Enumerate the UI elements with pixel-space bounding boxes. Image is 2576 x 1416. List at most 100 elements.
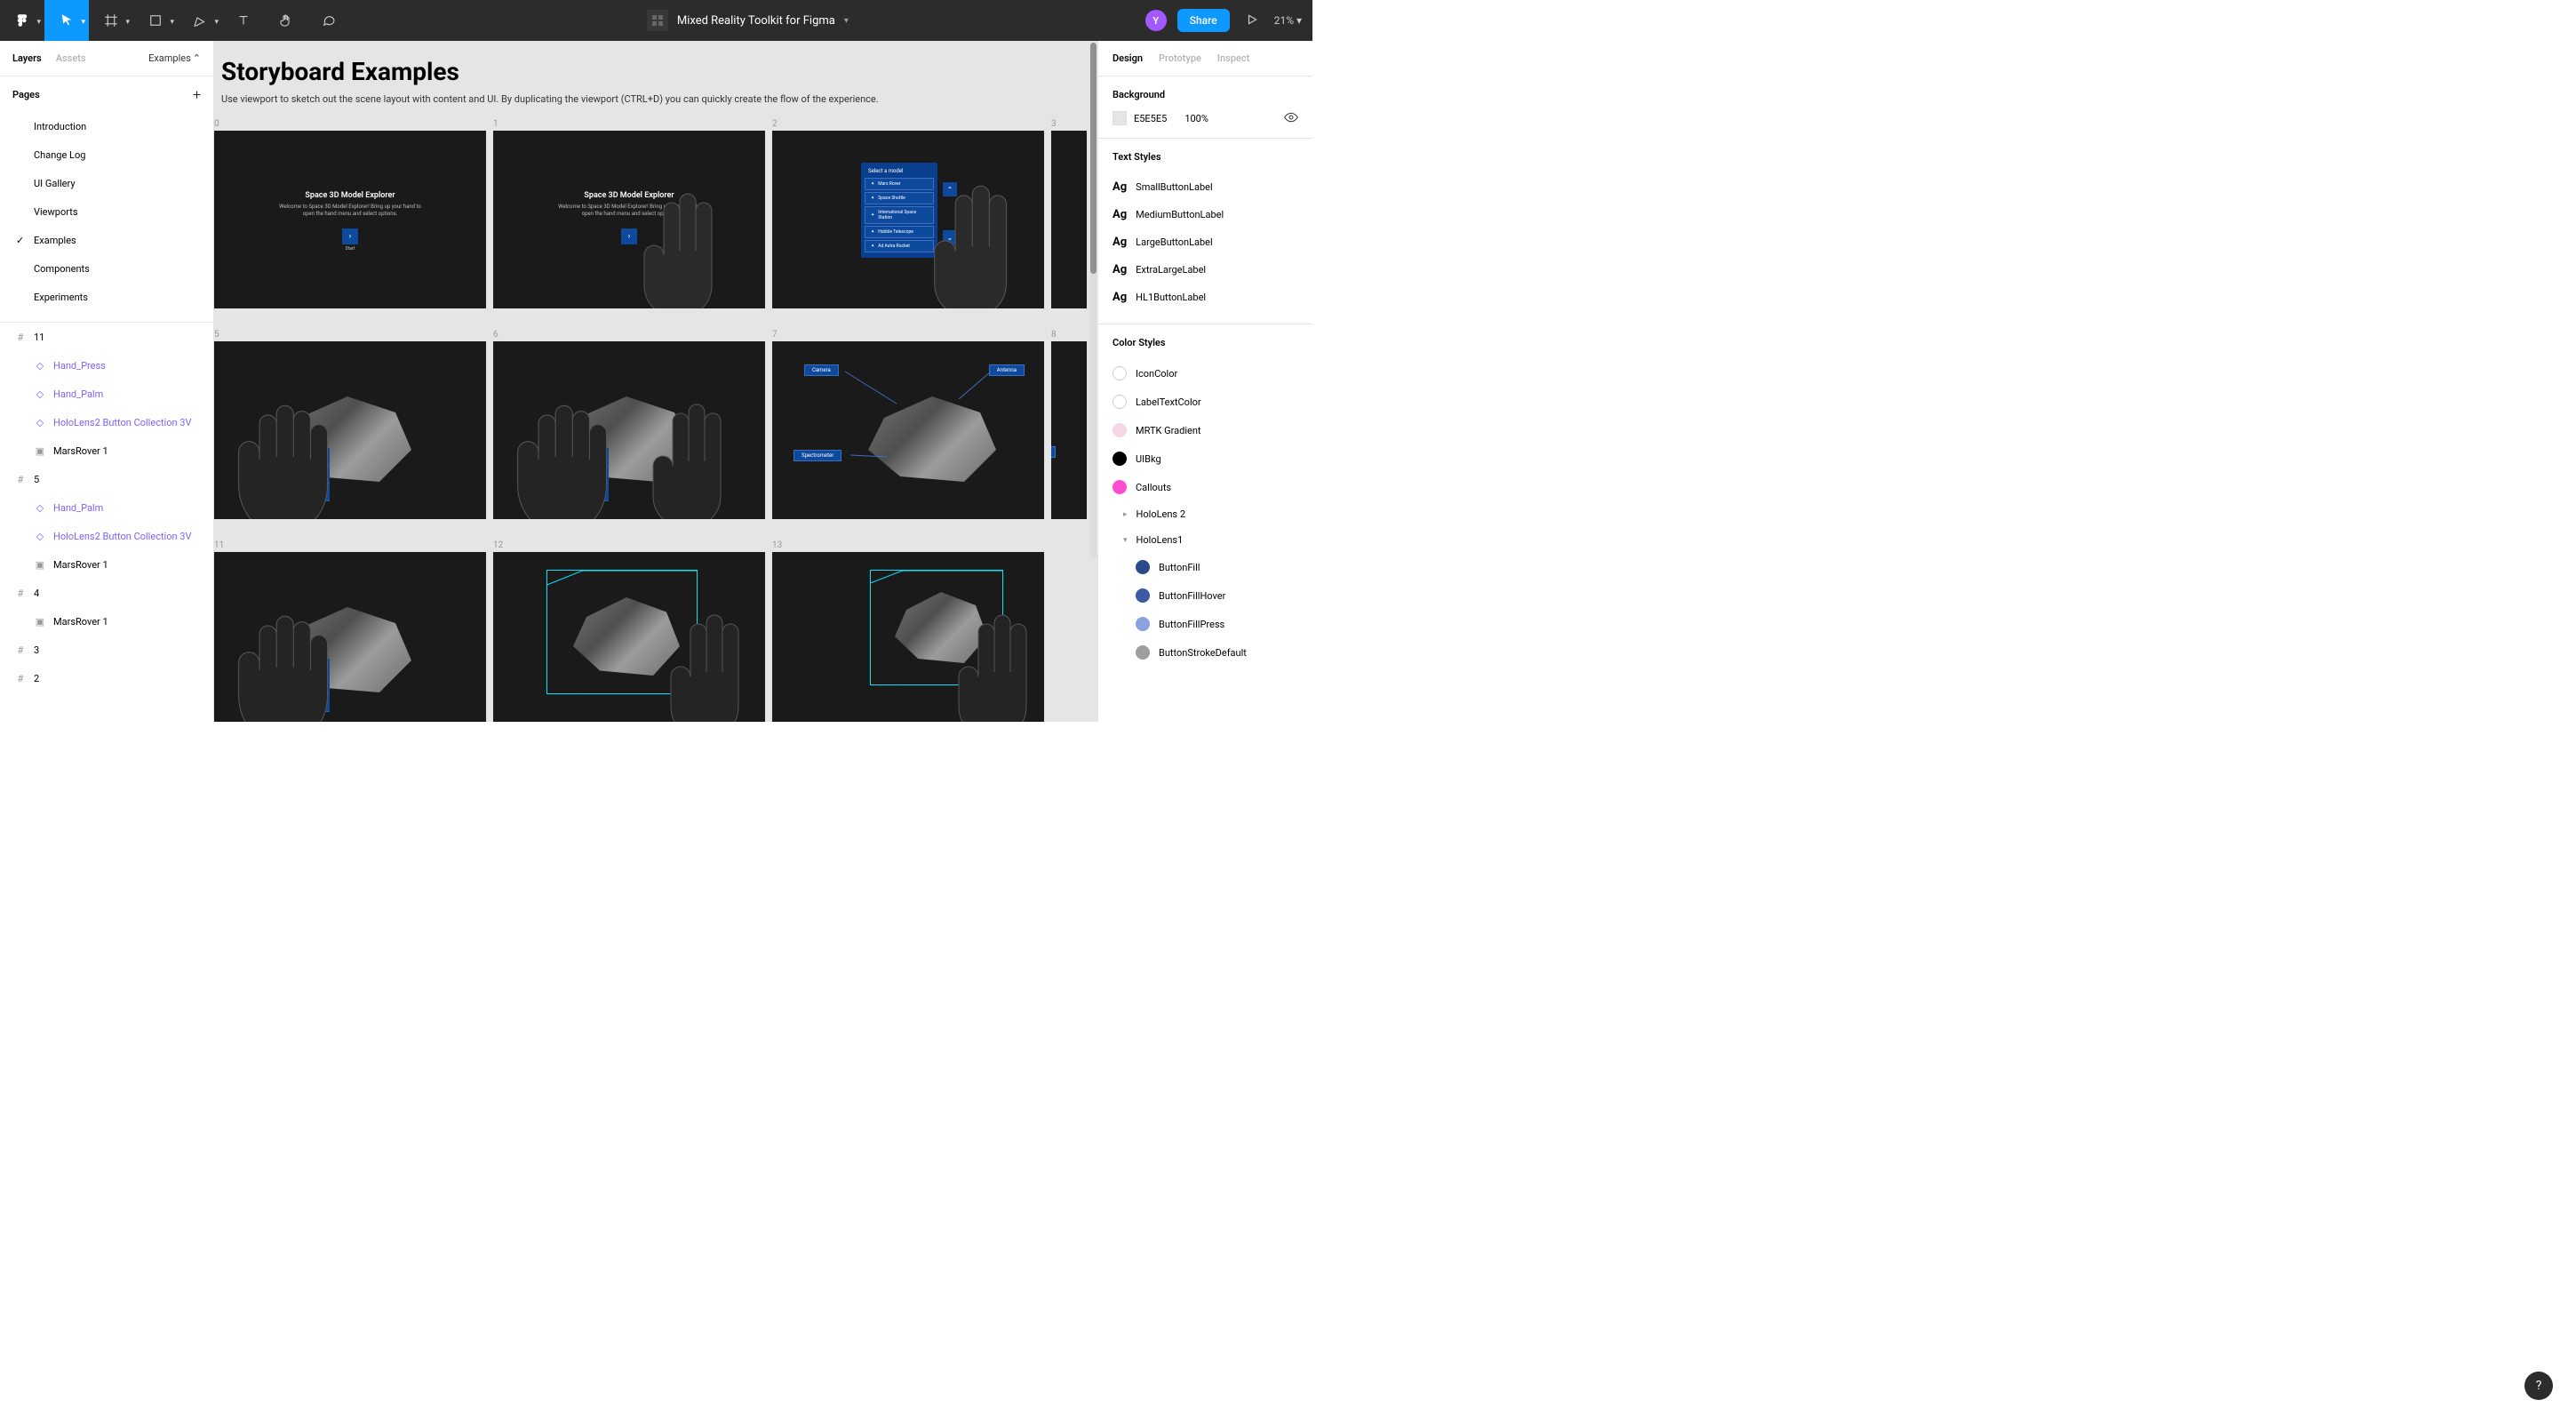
layer-item[interactable]: #11 — [0, 323, 213, 351]
figma-menu-button[interactable]: ▾ — [0, 0, 44, 41]
assets-tab[interactable]: Assets — [56, 52, 86, 64]
color-style-name: IconColor — [1136, 368, 1177, 380]
comment-tool-button[interactable] — [307, 0, 350, 41]
pen-tool-button[interactable]: ▾ — [178, 0, 222, 41]
storyboard-frame[interactable]: 1 Space 3D Model Explorer Welcome to Spa… — [493, 119, 765, 308]
canvas[interactable]: Storyboard Examples Use viewport to sket… — [214, 41, 1097, 722]
text-style-item[interactable]: AgLargeButtonLabel — [1113, 228, 1298, 256]
page-item[interactable]: UI Gallery — [0, 169, 213, 197]
hand-tool-button[interactable] — [265, 0, 307, 41]
page-item[interactable]: Examples — [0, 226, 213, 254]
layer-item[interactable]: #2 — [0, 664, 213, 692]
color-style-name: Callouts — [1136, 482, 1171, 493]
storyboard-frame[interactable]: 0 Space 3D Model Explorer Welcome to Spa… — [214, 119, 486, 308]
color-style-name: LabelTextColor — [1136, 396, 1201, 408]
layer-label: MarsRover 1 — [53, 616, 108, 628]
storyboard-frame[interactable]: 12 — [493, 540, 765, 722]
page-item[interactable]: Introduction — [0, 112, 213, 140]
text-style-item[interactable]: AgHL1ButtonLabel — [1113, 284, 1298, 311]
storyboard-row: 5 ◱ ⟲ ⚙ 6 — [214, 330, 1097, 519]
background-swatch[interactable] — [1113, 111, 1127, 125]
layer-item[interactable]: ▣ MarsRover 1 — [0, 607, 213, 636]
layers-tab[interactable]: Layers — [12, 52, 42, 64]
color-group[interactable]: ▸HoloLens 2 — [1113, 501, 1298, 527]
layer-item[interactable]: #4 — [0, 579, 213, 607]
layer-item[interactable]: ◇Hand_Press — [0, 351, 213, 380]
color-style-name: ButtonFill — [1159, 562, 1200, 573]
storyboard-frame[interactable]: 11 ◱ ⟲ ⚙ — [214, 540, 486, 722]
project-icon[interactable] — [647, 10, 668, 31]
layer-label: MarsRover 1 — [53, 559, 108, 571]
color-style-item[interactable]: Callouts — [1113, 473, 1298, 501]
hand-palm-graphic — [493, 386, 644, 519]
layer-item[interactable]: ◇HoloLens2 Button Collection 3V — [0, 522, 213, 550]
help-button[interactable]: ? — [2524, 1372, 2553, 1400]
chevron-down-icon[interactable]: ▾ — [844, 16, 849, 26]
pages-picker[interactable]: Examples ⌃ — [148, 52, 201, 64]
color-style-name: UIBkg — [1136, 453, 1161, 465]
color-style-item[interactable]: ButtonStrokeDefault — [1113, 638, 1298, 667]
zoom-menu[interactable]: 21% ▾ — [1274, 14, 1302, 27]
color-group[interactable]: ▾HoloLens1 — [1113, 527, 1298, 553]
page-item[interactable]: Viewports — [0, 197, 213, 226]
text-style-item[interactable]: AgMediumButtonLabel — [1113, 201, 1298, 228]
share-button[interactable]: Share — [1177, 9, 1230, 32]
page-item[interactable]: Components — [0, 254, 213, 283]
layer-item[interactable]: #3 — [0, 636, 213, 664]
layer-item[interactable]: ▣MarsRover 1 — [0, 436, 213, 465]
storyboard-frame[interactable]: 3 — [1051, 119, 1087, 308]
document-title[interactable]: Mixed Reality Toolkit for Figma — [677, 14, 835, 28]
storyboard-frame[interactable]: 6 ◱ ⟲ ⚙ — [493, 330, 765, 519]
storyboard-frame[interactable]: 2 Select a model ✦Mars Rover✦Space Shutt… — [772, 119, 1044, 308]
page-item[interactable]: Experiments — [0, 283, 213, 311]
layer-label: Hand_Press — [53, 360, 106, 372]
page-item[interactable]: Change Log — [0, 140, 213, 169]
add-page-button[interactable]: + — [193, 86, 201, 103]
frame-icon: # — [14, 644, 27, 656]
user-avatar[interactable]: Y — [1145, 10, 1167, 31]
hand-graphic — [614, 175, 738, 308]
page-list: IntroductionChange LogUI GalleryViewport… — [0, 112, 213, 322]
color-style-item[interactable]: ButtonFill — [1113, 553, 1298, 581]
shape-tool-button[interactable]: ▾ — [133, 0, 178, 41]
storyboard-frame[interactable]: 8 ··· Spectr — [1051, 330, 1087, 519]
text-tool-button[interactable] — [222, 0, 265, 41]
color-style-item[interactable]: ButtonFillPress — [1113, 610, 1298, 638]
background-head: Background — [1113, 89, 1298, 100]
layer-item[interactable]: ▣ MarsRover 1 — [0, 550, 213, 579]
color-style-item[interactable]: IconColor — [1113, 359, 1298, 388]
frame-tool-button[interactable]: ▾ — [89, 0, 133, 41]
color-style-name: MRTK Gradient — [1136, 425, 1201, 436]
canvas-scrollbar[interactable] — [1090, 43, 1097, 558]
layer-item[interactable]: #5 — [0, 465, 213, 493]
canvas-subline: Use viewport to sketch out the scene lay… — [221, 93, 1097, 105]
storyboard-frame[interactable]: 13 — [772, 540, 1044, 722]
image-icon: ▣ — [34, 559, 46, 571]
storyboard-frame[interactable]: 5 ◱ ⟲ ⚙ — [214, 330, 486, 519]
background-hex[interactable]: E5E5E5 — [1134, 113, 1167, 124]
present-button[interactable] — [1240, 12, 1264, 29]
frame-icon: # — [14, 673, 27, 684]
color-style-name: ButtonFillPress — [1159, 619, 1224, 630]
storyboard-row: 0 Space 3D Model Explorer Welcome to Spa… — [214, 119, 1097, 308]
color-style-item[interactable]: MRTK Gradient — [1113, 416, 1298, 444]
color-style-item[interactable]: UIBkg — [1113, 444, 1298, 473]
move-tool-button[interactable]: ▾ — [44, 0, 89, 41]
color-style-item[interactable]: ButtonFillHover — [1113, 581, 1298, 610]
prototype-tab[interactable]: Prototype — [1159, 52, 1201, 64]
image-icon: ▣ — [34, 445, 46, 457]
layer-item[interactable]: ◇Hand_Palm — [0, 380, 213, 408]
text-style-item[interactable]: AgExtraLargeLabel — [1113, 256, 1298, 284]
image-icon: ▣ — [34, 616, 46, 628]
background-opacity[interactable]: 100% — [1184, 113, 1208, 124]
inspect-tab[interactable]: Inspect — [1217, 52, 1249, 64]
callout-lines — [772, 341, 1039, 475]
layer-item[interactable]: ◇HoloLens2 Button Collection 3V — [0, 408, 213, 436]
color-style-item[interactable]: LabelTextColor — [1113, 388, 1298, 416]
visibility-toggle[interactable] — [1284, 112, 1298, 125]
design-tab[interactable]: Design — [1113, 52, 1143, 64]
layer-item[interactable]: ◇Hand_Palm — [0, 493, 213, 522]
storyboard-frame[interactable]: 7 Camera Antenna Spectrometer — [772, 330, 1044, 519]
color-styles-head: Color Styles — [1113, 337, 1298, 348]
text-style-item[interactable]: AgSmallButtonLabel — [1113, 173, 1298, 201]
